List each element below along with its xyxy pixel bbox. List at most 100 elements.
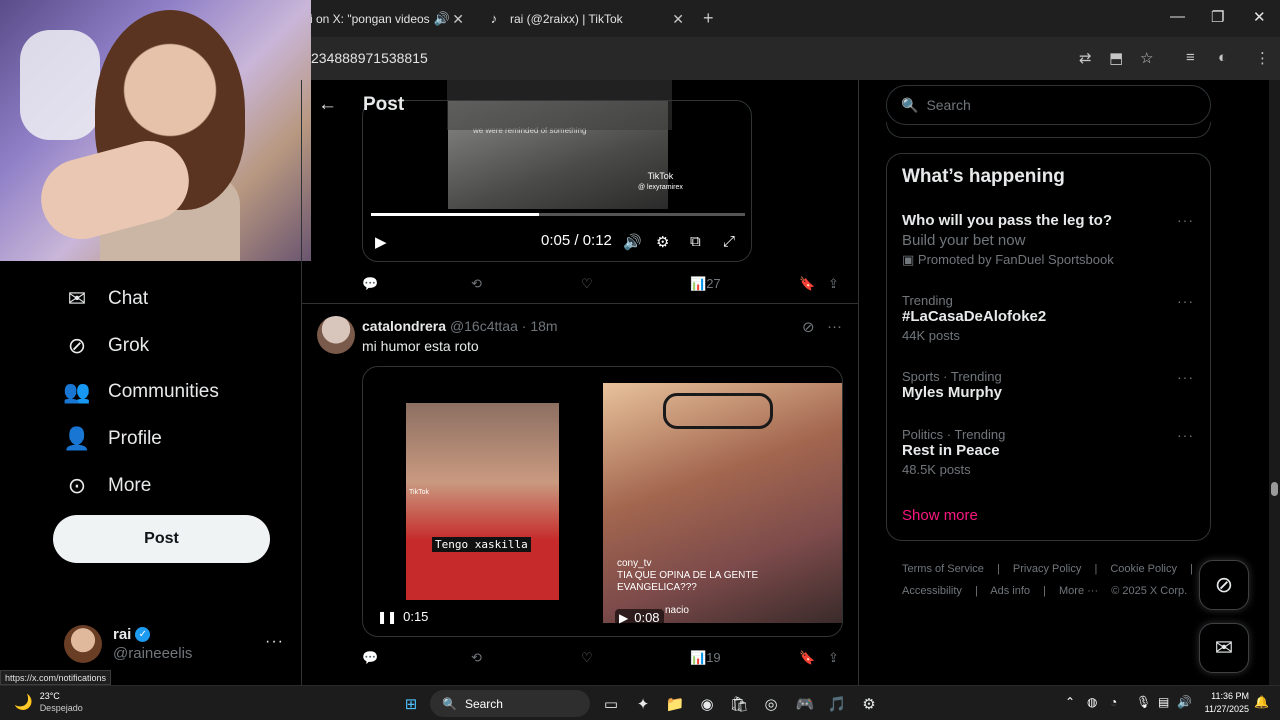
like-icon[interactable]: ♡: [581, 276, 593, 292]
picture-in-picture-icon[interactable]: ⧉: [690, 233, 701, 250]
windows-start-icon[interactable]: ⊞: [400, 693, 422, 715]
fullscreen-icon[interactable]: ⤢: [723, 233, 735, 250]
speaker-icon[interactable]: 🔊: [434, 11, 450, 27]
chrome-icon[interactable]: ◎: [760, 693, 782, 715]
maximize-icon[interactable]: ❐: [1211, 8, 1224, 26]
microphone-icon[interactable]: 🎙: [1136, 695, 1151, 709]
grok-icon[interactable]: ⊘: [802, 318, 815, 336]
menu-kebab-icon[interactable]: ⋮: [1255, 49, 1270, 67]
footer-link-accessibility[interactable]: Accessibility: [902, 585, 962, 597]
footer-link-cookie[interactable]: Cookie Policy: [1110, 563, 1177, 575]
trend-item[interactable]: Trending #LaCasaDeAlofoke2 44K posts ···: [902, 293, 1202, 343]
tab-x-post[interactable]: i on X: "pongan videos acá pa 🔊 ✕: [300, 0, 476, 37]
repost-icon[interactable]: ⟲: [471, 650, 482, 666]
trend-posts: 44K posts: [902, 328, 960, 343]
tray-app-icon[interactable]: ◔: [1110, 695, 1117, 709]
footer-link-privacy[interactable]: Privacy Policy: [1013, 563, 1081, 575]
settings-gear-icon[interactable]: ⚙: [656, 233, 669, 251]
nav-item-grok[interactable]: ⊘ Grok: [63, 332, 149, 360]
reply-icon[interactable]: 💬: [362, 650, 378, 666]
tiktok-watermark: TikTok @ lexyramirex: [638, 171, 683, 191]
video-duration[interactable]: ❚❚ 0:15: [377, 609, 428, 624]
close-tab-icon[interactable]: ✕: [452, 11, 464, 28]
copilot-icon[interactable]: ✦: [632, 693, 654, 715]
post-button[interactable]: Post: [53, 515, 270, 563]
bookmark-icon[interactable]: 🔖: [799, 650, 815, 666]
weather-widget[interactable]: 🌙 23°C Despejado: [14, 690, 83, 714]
search-input[interactable]: 🔍 Search: [886, 85, 1211, 125]
pause-icon[interactable]: ❚❚: [377, 610, 397, 624]
main-column: we were reminded of something TikTok @ le…: [302, 80, 858, 685]
minimize-icon[interactable]: —: [1170, 8, 1185, 25]
spotify-icon[interactable]: 🎵: [826, 693, 848, 715]
tweet-username[interactable]: catalondrera: [362, 318, 446, 334]
like-icon[interactable]: ♡: [581, 650, 593, 666]
tab-tiktok[interactable]: ♪ rai (@2raixx) | TikTok ✕: [476, 0, 696, 37]
reply-icon[interactable]: 💬: [362, 276, 378, 292]
store-icon[interactable]: 🛍: [728, 693, 750, 715]
nav-item-more[interactable]: ⊙ More: [63, 472, 152, 500]
views-icon[interactable]: 📊 19: [690, 650, 721, 666]
views-icon[interactable]: 📊 27: [690, 276, 721, 292]
scrollbar-thumb[interactable]: [1271, 482, 1278, 496]
bookmark-icon[interactable]: 🔖: [799, 276, 815, 292]
video-thumbnail-right[interactable]: cony_tv TIA QUE OPINA DE LA GENTE EVANGEL…: [603, 383, 842, 623]
nav-item-communities[interactable]: 👥 Communities: [63, 378, 219, 406]
trend-more-icon[interactable]: ···: [1177, 293, 1194, 309]
volume-icon[interactable]: 🔊: [1177, 695, 1192, 709]
video-progress-bar[interactable]: [371, 213, 745, 216]
repost-icon[interactable]: ⟲: [471, 276, 482, 292]
edge-icon[interactable]: ◉: [696, 693, 718, 715]
play-icon[interactable]: ▶: [375, 233, 387, 251]
taskbar-search[interactable]: 🔍 Search: [430, 690, 590, 717]
reading-list-icon[interactable]: ≡: [1186, 49, 1195, 66]
avatar[interactable]: [317, 316, 355, 354]
discord-icon[interactable]: 🎮: [794, 693, 816, 715]
network-icon[interactable]: ▤: [1158, 695, 1169, 709]
trend-more-icon[interactable]: ···: [1177, 427, 1194, 443]
url-field[interactable]: 234888971538815: [311, 50, 428, 66]
grok-fab-button[interactable]: ⊘: [1199, 560, 1249, 610]
trend-more-icon[interactable]: ···: [1177, 369, 1194, 385]
footer-link-more[interactable]: More ···: [1059, 585, 1098, 597]
show-more-link[interactable]: Show more: [902, 507, 978, 524]
close-window-icon[interactable]: ✕: [1253, 8, 1266, 26]
account-switcher[interactable]: rai ✓ @raineeelis: [64, 625, 192, 663]
trend-item[interactable]: Who will you pass the leg to? Build your…: [902, 212, 1202, 268]
play-icon[interactable]: ▶: [619, 611, 628, 625]
new-tab-icon[interactable]: +: [703, 8, 714, 29]
account-more-icon[interactable]: ···: [265, 633, 284, 651]
share-icon[interactable]: ⇪: [828, 650, 839, 666]
task-view-icon[interactable]: ▭: [600, 693, 622, 715]
tray-chevron-icon[interactable]: ⌃: [1065, 695, 1075, 709]
install-icon[interactable]: ⬒: [1109, 49, 1123, 67]
notification-bell-icon[interactable]: 🔔: [1254, 695, 1269, 709]
file-explorer-icon[interactable]: 📁: [664, 693, 686, 715]
footer-link-terms[interactable]: Terms of Service: [902, 563, 984, 575]
share-icon[interactable]: ⇪: [828, 276, 839, 292]
nav-item-profile[interactable]: 👤 Profile: [63, 425, 162, 453]
profile-avatar-icon[interactable]: ◐: [1218, 49, 1227, 66]
bookmark-star-icon[interactable]: ☆: [1140, 49, 1153, 67]
nav-item-chat[interactable]: ✉ Chat: [63, 285, 148, 313]
back-arrow-icon[interactable]: ←: [318, 94, 337, 116]
tweet-handle[interactable]: @16c4ttaa: [450, 318, 518, 334]
tweet-time[interactable]: 18m: [530, 318, 557, 334]
taskbar-clock[interactable]: 11:36 PM 11/27/2025: [1195, 690, 1249, 716]
video-duration[interactable]: ▶ 0:08: [615, 609, 664, 626]
steam-icon[interactable]: ⚙: [858, 693, 880, 715]
footer-link-ads-info[interactable]: Ads info: [990, 585, 1030, 597]
trend-item[interactable]: Politics · Trending Rest in Peace 48.5K …: [902, 427, 1202, 477]
video-thumbnail-left[interactable]: TikTok Tengo xaskilla: [406, 403, 559, 600]
tweet-media[interactable]: TikTok Tengo xaskilla ❚❚ 0:15 cony_tv TIA…: [362, 366, 843, 637]
translate-icon[interactable]: ⇄: [1079, 49, 1092, 67]
tray-app-icon[interactable]: ◍: [1087, 695, 1097, 709]
tweet1-actions: 💬 ⟲ ♡ 📊 27 🔖 ⇪: [362, 276, 847, 296]
trend-more-icon[interactable]: ···: [1177, 212, 1194, 228]
trend-item[interactable]: Sports · Trending Myles Murphy ···: [902, 369, 1202, 401]
messages-fab-button[interactable]: ✉: [1199, 623, 1249, 673]
volume-icon[interactable]: 🔊: [623, 233, 642, 251]
tweet-more-icon[interactable]: ···: [827, 318, 842, 335]
page-scrollbar[interactable]: [1269, 80, 1280, 685]
close-tab-icon[interactable]: ✕: [672, 11, 684, 28]
